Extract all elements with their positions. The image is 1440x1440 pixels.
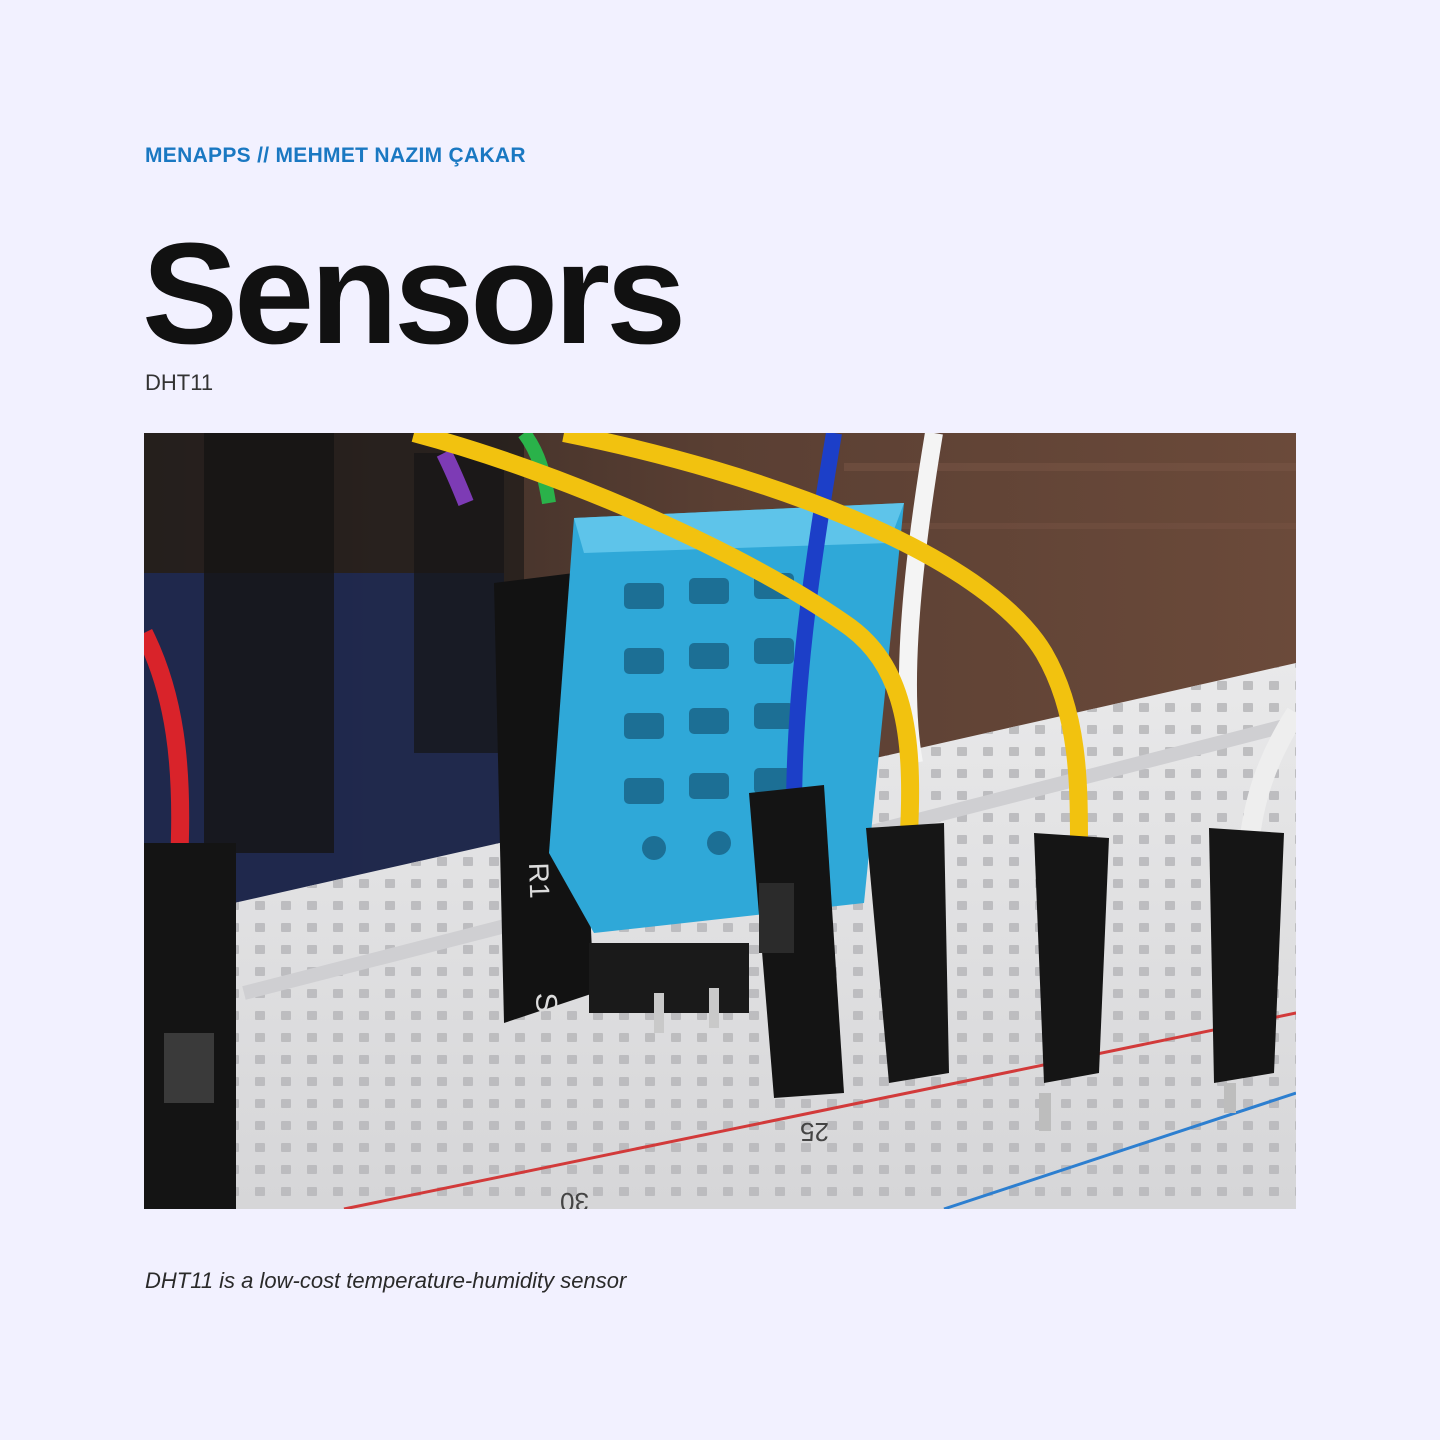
breadboard-label-30: 30	[560, 1187, 589, 1209]
pcb-label-r1: R1	[523, 862, 555, 899]
breadboard-label-25: 25	[800, 1117, 829, 1147]
dht11-sensor	[549, 503, 904, 933]
header-kicker: MENAPPS // MEHMET NAZIM ÇAKAR	[145, 144, 526, 167]
pcb-label-s: S	[529, 992, 563, 1013]
sensor-photo: R1 S 25 30	[144, 433, 1296, 1209]
page-subtitle: DHT11	[145, 370, 214, 395]
sensor-photo-illustration: R1 S 25 30	[144, 433, 1296, 1209]
photo-caption: DHT11 is a low-cost temperature-humidity…	[145, 1268, 627, 1293]
page-title: Sensors	[142, 213, 686, 374]
